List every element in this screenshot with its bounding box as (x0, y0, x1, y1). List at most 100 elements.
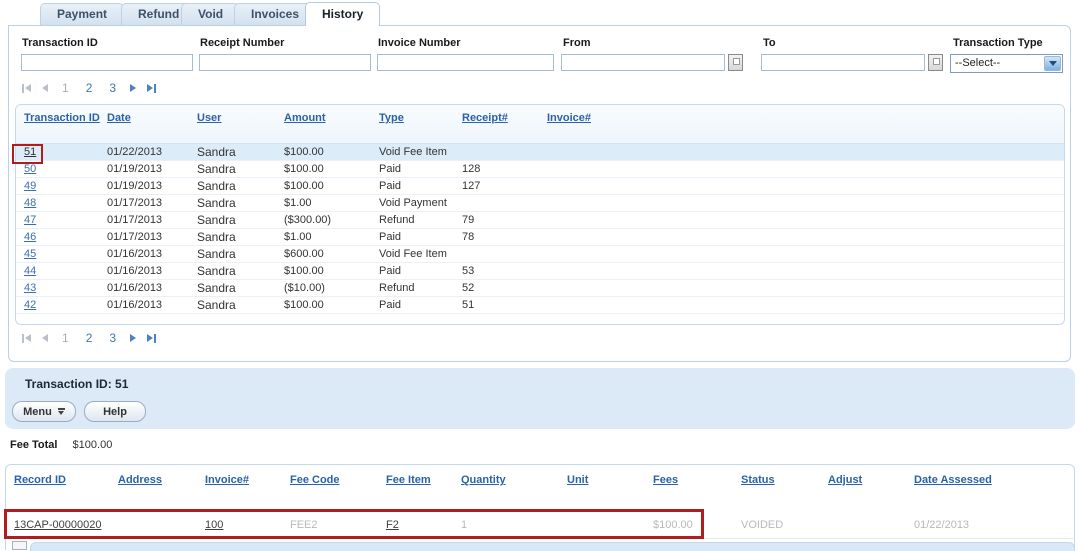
transaction-row-45[interactable]: 4501/16/2013Sandra$600.00Void Fee Item (16, 246, 1064, 263)
transaction-row-47[interactable]: 4701/17/2013Sandra($300.00)Refund79 (16, 212, 1064, 229)
transaction-row-48[interactable]: 4801/17/2013Sandra$1.00Void Payment (16, 195, 1064, 212)
fee-column-header-fee-code[interactable]: Fee Code (290, 474, 340, 486)
transaction-cell (547, 195, 1064, 211)
column-header-transaction-id[interactable]: Transaction ID (16, 111, 107, 143)
transaction-cell: 42 (16, 297, 107, 313)
fee-column-header-record-id[interactable]: Record ID (14, 474, 66, 486)
column-header-date[interactable]: Date (107, 111, 197, 143)
transaction-id-link[interactable]: 47 (24, 214, 36, 226)
tab-payment[interactable]: Payment (40, 3, 124, 25)
transaction-cell: 47 (16, 212, 107, 228)
column-header-receipt-[interactable]: Receipt# (462, 111, 547, 143)
fee-column-header-date-assessed[interactable]: Date Assessed (914, 474, 992, 486)
column-header-amount[interactable]: Amount (284, 111, 379, 143)
help-button[interactable]: Help (84, 401, 146, 422)
select-dropdown-arrow-icon[interactable] (1044, 56, 1061, 71)
transaction-row-46[interactable]: 4601/17/2013Sandra$1.00Paid78 (16, 229, 1064, 246)
fee-cell-invoice[interactable]: 100 (205, 513, 223, 538)
collapsed-panel-icon[interactable] (12, 541, 27, 550)
transaction-id-link[interactable]: 45 (24, 248, 36, 260)
pager-page-3[interactable]: 3 (106, 331, 119, 345)
fee-column-header-unit[interactable]: Unit (567, 474, 588, 486)
tab-void[interactable]: Void (181, 3, 240, 25)
transaction-cell: 78 (462, 229, 547, 245)
menu-button[interactable]: Menu (12, 401, 76, 422)
fee-row-divider (6, 538, 1074, 539)
transaction-cell: 50 (16, 161, 107, 177)
transaction-cell: Sandra (197, 212, 284, 228)
transaction-cell: Paid (379, 161, 462, 177)
from-date-input[interactable] (561, 54, 725, 71)
pager-page-2[interactable]: 2 (83, 81, 96, 95)
fee-column-header-address[interactable]: Address (118, 474, 162, 486)
transaction-cell: 01/17/2013 (107, 195, 197, 211)
tab-invoices[interactable]: Invoices (234, 3, 316, 25)
transaction-cell: $1.00 (284, 195, 379, 211)
transaction-type-select[interactable]: --Select-- (950, 54, 1063, 73)
transaction-id-link[interactable]: 43 (24, 282, 36, 294)
fee-column-header-invoice-[interactable]: Invoice# (205, 474, 249, 486)
transaction-cell (547, 280, 1064, 296)
transaction-id-link[interactable]: 49 (24, 180, 36, 192)
pager-last-button[interactable] (147, 84, 156, 93)
transaction-id-link[interactable]: 50 (24, 163, 36, 175)
transaction-cell: Sandra (197, 144, 284, 160)
fee-cell-fee-item[interactable]: F2 (386, 513, 399, 538)
transaction-cell: 45 (16, 246, 107, 262)
column-header-type[interactable]: Type (379, 111, 462, 143)
transaction-id-link[interactable]: 44 (24, 265, 36, 277)
pager-next-button[interactable] (130, 334, 136, 342)
to-date-input[interactable] (761, 54, 925, 71)
transaction-cell: 49 (16, 178, 107, 194)
transaction-cell (547, 178, 1064, 194)
transaction-cell: Sandra (197, 178, 284, 194)
transaction-id-label: Transaction ID (22, 37, 98, 49)
transaction-row-50[interactable]: 5001/19/2013Sandra$100.00Paid128 (16, 161, 1064, 178)
transaction-row-44[interactable]: 4401/16/2013Sandra$100.00Paid53 (16, 263, 1064, 280)
invoice-number-input[interactable] (377, 54, 554, 71)
fee-column-header-quantity[interactable]: Quantity (461, 474, 506, 486)
pager-page-3[interactable]: 3 (106, 81, 119, 95)
transaction-cell: Sandra (197, 297, 284, 313)
transaction-cell: $100.00 (284, 161, 379, 177)
pager-next-button[interactable] (130, 84, 136, 92)
transaction-cell: Refund (379, 280, 462, 296)
column-header-user[interactable]: User (197, 111, 284, 143)
fee-column-header-fee-item[interactable]: Fee Item (386, 474, 431, 486)
transaction-row-42[interactable]: 4201/16/2013Sandra$100.00Paid51 (16, 297, 1064, 314)
pager-page-2[interactable]: 2 (83, 331, 96, 345)
fee-cell-record-id[interactable]: 13CAP-00000020 (14, 513, 101, 538)
from-calendar-icon[interactable] (728, 54, 743, 71)
transaction-cell: Paid (379, 229, 462, 245)
menu-dropdown-icon (58, 408, 65, 415)
transaction-row-51[interactable]: 5101/22/2013Sandra$100.00Void Fee Item (16, 144, 1064, 161)
transaction-row-49[interactable]: 4901/19/2013Sandra$100.00Paid127 (16, 178, 1064, 195)
transaction-id-link[interactable]: 48 (24, 197, 36, 209)
transaction-id-link[interactable]: 42 (24, 299, 36, 311)
transaction-cell (547, 144, 1064, 160)
column-header-invoice-[interactable]: Invoice# (547, 111, 1064, 143)
pager-page-1: 1 (59, 331, 72, 345)
transaction-cell: 79 (462, 212, 547, 228)
transaction-cell: Sandra (197, 263, 284, 279)
transaction-id-link[interactable]: 51 (24, 146, 36, 158)
fee-cell-quantity: 1 (461, 513, 467, 538)
transaction-cell: Paid (379, 178, 462, 194)
transaction-type-label: Transaction Type (953, 37, 1043, 49)
receipt-number-input[interactable] (199, 54, 371, 71)
pager-last-button[interactable] (147, 334, 156, 343)
transaction-cell: 01/16/2013 (107, 263, 197, 279)
fee-column-header-fees[interactable]: Fees (653, 474, 678, 486)
transaction-row-43[interactable]: 4301/16/2013Sandra($10.00)Refund52 (16, 280, 1064, 297)
to-calendar-icon[interactable] (928, 54, 943, 71)
transaction-cell: 48 (16, 195, 107, 211)
receipt-number-label: Receipt Number (200, 37, 284, 49)
transaction-cell: 01/22/2013 (107, 144, 197, 160)
fee-column-header-adjust[interactable]: Adjust (828, 474, 862, 486)
transaction-cell (547, 297, 1064, 313)
pager-page-1: 1 (59, 81, 72, 95)
fee-column-header-status[interactable]: Status (741, 474, 775, 486)
transaction-id-input[interactable] (21, 54, 193, 71)
tab-history[interactable]: History (305, 2, 380, 26)
transaction-id-link[interactable]: 46 (24, 231, 36, 243)
